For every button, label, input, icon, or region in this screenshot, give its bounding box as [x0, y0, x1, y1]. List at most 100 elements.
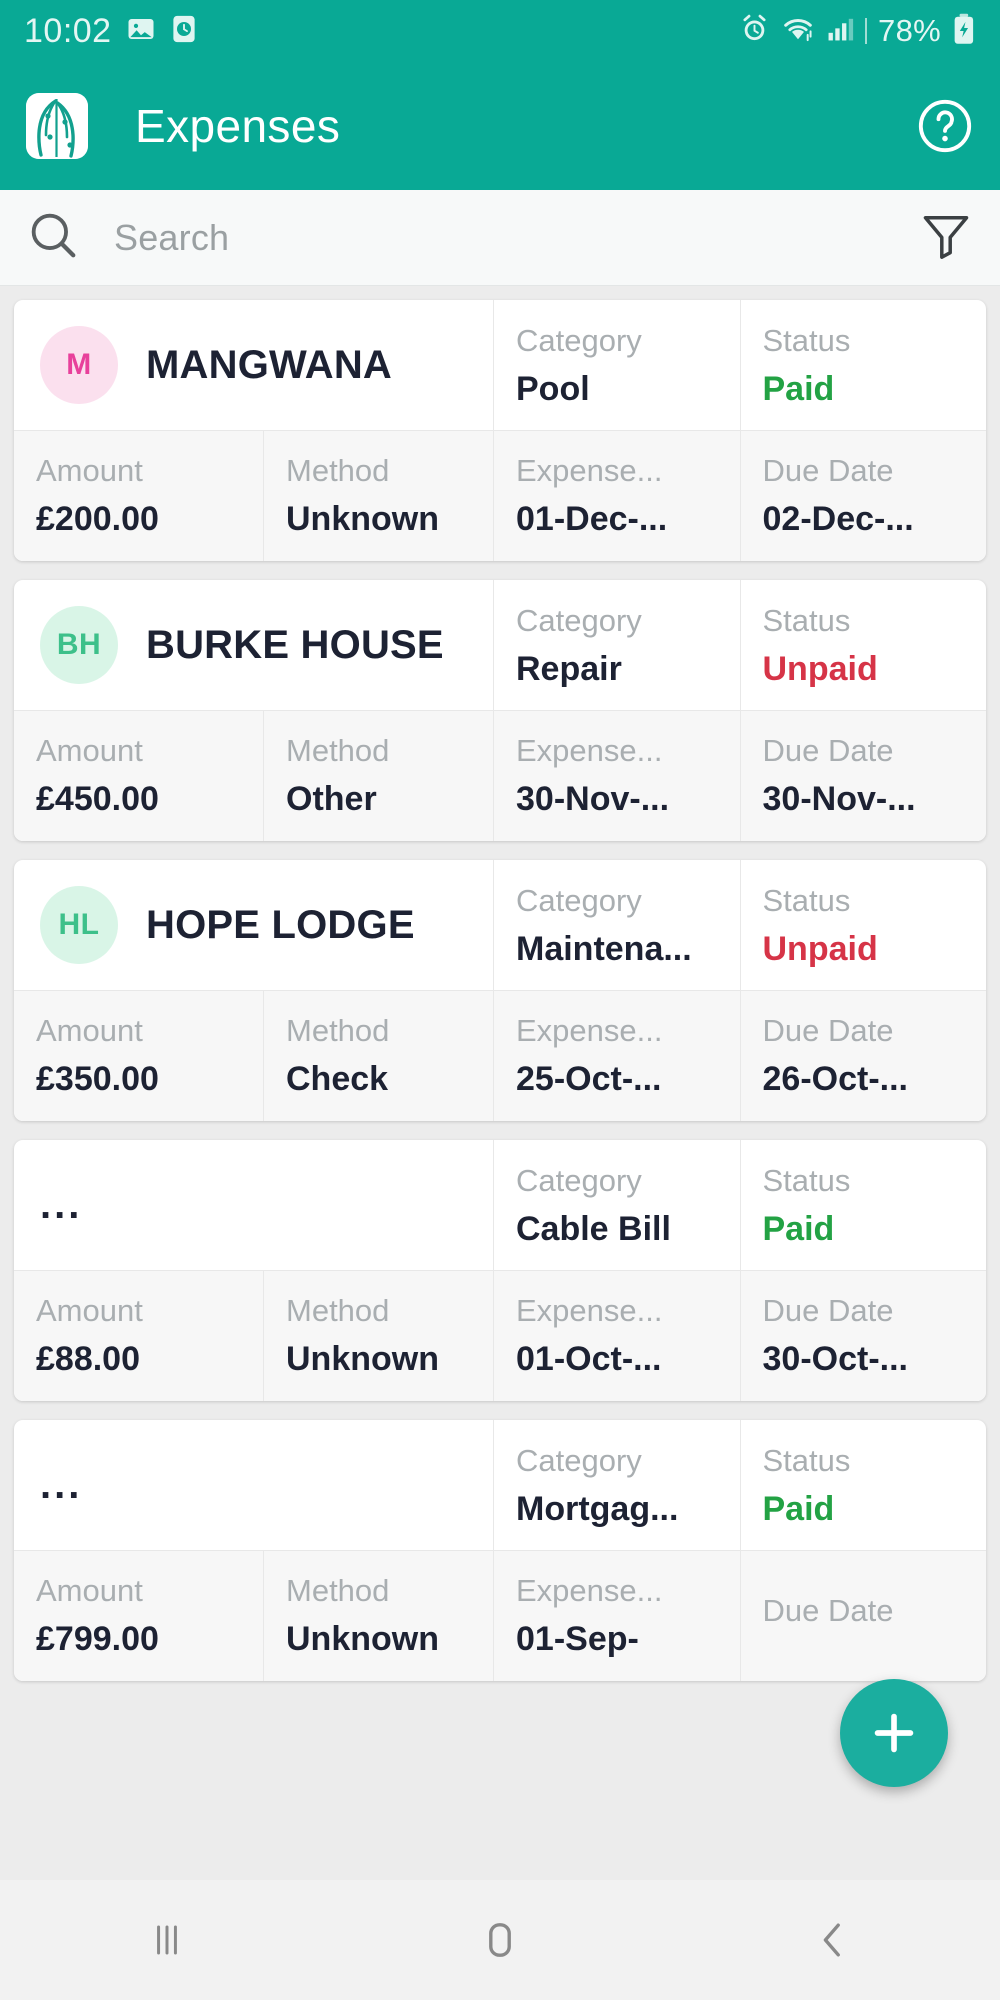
expense-name: BURKE HOUSE — [146, 622, 444, 667]
method-cell[interactable]: Method Unknown — [264, 1271, 494, 1401]
expense-card[interactable]: ... Category Mortgag... Status Paid Amount £79… — [14, 1420, 986, 1681]
due-date-cell[interactable]: Due Date 30-Nov-... — [741, 711, 987, 841]
method-value: Check — [286, 1060, 389, 1098]
category-label: Category — [516, 1443, 642, 1478]
category-value: Pool — [516, 370, 590, 408]
method-value: Unknown — [286, 500, 439, 538]
category-label: Category — [516, 603, 642, 638]
category-cell[interactable]: Category Cable Bill — [494, 1140, 741, 1270]
nav-recents-button[interactable] — [0, 1917, 333, 1963]
method-cell[interactable]: Method Unknown — [264, 1551, 494, 1681]
add-expense-fab[interactable] — [840, 1679, 948, 1787]
wifi-icon — [781, 14, 815, 49]
app-bar: Expenses — [0, 62, 1000, 190]
filter-funnel-icon[interactable] — [918, 207, 974, 268]
status-label: Status — [762, 883, 851, 918]
method-label: Method — [286, 1013, 390, 1048]
method-cell[interactable]: Method Other — [264, 711, 494, 841]
due-date-cell[interactable]: Due Date 26-Oct-... — [741, 991, 987, 1121]
category-cell[interactable]: Category Mortgag... — [494, 1420, 741, 1550]
expense-date-cell[interactable]: Expense... 01-Dec-... — [494, 431, 741, 561]
expense-date-cell[interactable]: Expense... 01-Sep- — [494, 1551, 741, 1681]
expense-date-cell[interactable]: Expense... 25-Oct-... — [494, 991, 741, 1121]
expense-name-cell[interactable]: M MANGWANA — [14, 300, 494, 430]
expense-list[interactable]: M MANGWANA Category Pool Status Paid Amount £20… — [0, 286, 1000, 1880]
method-label: Method — [286, 1293, 390, 1328]
method-cell[interactable]: Method Check — [264, 991, 494, 1121]
expense-date-cell[interactable]: Expense... 30-Nov-... — [494, 711, 741, 841]
expense-name: ... — [40, 1462, 83, 1507]
category-cell[interactable]: Category Repair — [494, 580, 741, 710]
search-input[interactable]: Search — [114, 217, 229, 259]
expense-card-bottom: Amount £88.00 Method Unknown Expense... 01-Oc… — [14, 1270, 986, 1401]
expense-date-value: 01-Dec-... — [516, 500, 668, 538]
system-nav-bar — [0, 1880, 1000, 2000]
search-bar[interactable]: Search — [0, 190, 1000, 286]
expense-name-cell[interactable]: BH BURKE HOUSE — [14, 580, 494, 710]
status-label: Status — [762, 603, 851, 638]
method-value: Unknown — [286, 1340, 439, 1378]
category-label: Category — [516, 1163, 642, 1198]
gallery-icon — [126, 14, 156, 49]
help-circle-icon[interactable] — [916, 97, 974, 155]
category-label: Category — [516, 323, 642, 358]
expense-card[interactable]: M MANGWANA Category Pool Status Paid Amount £20… — [14, 300, 986, 561]
due-date-label: Due Date — [762, 1592, 894, 1628]
amount-cell[interactable]: Amount £450.00 — [14, 711, 264, 841]
status-time: 10:02 — [24, 11, 112, 50]
expense-card-top: HL HOPE LODGE Category Maintena... Status Unp… — [14, 860, 986, 990]
category-value: Repair — [516, 650, 622, 688]
status-bar-left: 10:02 — [24, 12, 198, 51]
expense-card-top: M MANGWANA Category Pool Status Paid — [14, 300, 986, 430]
expense-card[interactable]: HL HOPE LODGE Category Maintena... Status Unp… — [14, 860, 986, 1121]
expense-name-cell[interactable]: ... — [14, 1140, 494, 1270]
status-badge: Paid — [762, 370, 835, 408]
category-label: Category — [516, 883, 642, 918]
expense-name-cell[interactable]: HL HOPE LODGE — [14, 860, 494, 990]
expense-date-cell[interactable]: Expense... 01-Oct-... — [494, 1271, 741, 1401]
due-date-cell[interactable]: Due Date 02-Dec-... — [741, 431, 987, 561]
nav-back-button[interactable] — [667, 1916, 1000, 1964]
method-cell[interactable]: Method Unknown — [264, 431, 494, 561]
status-cell[interactable]: Status Paid — [741, 1420, 987, 1550]
status-cell[interactable]: Status Unpaid — [741, 860, 987, 990]
amount-value: £88.00 — [36, 1340, 140, 1378]
status-label: Status — [762, 1443, 851, 1478]
nav-home-button[interactable] — [333, 1916, 666, 1964]
expense-card-bottom: Amount £350.00 Method Check Expense... 25-Oct… — [14, 990, 986, 1121]
amount-label: Amount — [36, 1013, 143, 1048]
expense-card-bottom: Amount £200.00 Method Unknown Expense... 01-D… — [14, 430, 986, 561]
expense-name-cell[interactable]: ... — [14, 1420, 494, 1550]
status-cell[interactable]: Status Paid — [741, 1140, 987, 1270]
due-date-cell[interactable]: Due Date 30-Oct-... — [741, 1271, 987, 1401]
category-value: Maintena... — [516, 930, 692, 968]
method-label: Method — [286, 453, 390, 488]
amount-cell[interactable]: Amount £350.00 — [14, 991, 264, 1121]
expense-card[interactable]: ... Category Cable Bill Status Paid Amount £88… — [14, 1140, 986, 1401]
expense-date-label: Expense... — [516, 733, 663, 768]
expense-card[interactable]: BH BURKE HOUSE Category Repair Status Unpaid A… — [14, 580, 986, 841]
category-cell[interactable]: Category Pool — [494, 300, 741, 430]
expense-date-value: 01-Oct-... — [516, 1340, 662, 1378]
status-cell[interactable]: Status Paid — [741, 300, 987, 430]
status-badge: Unpaid — [762, 650, 878, 688]
category-cell[interactable]: Category Maintena... — [494, 860, 741, 990]
amount-cell[interactable]: Amount £799.00 — [14, 1551, 264, 1681]
expense-card-top: BH BURKE HOUSE Category Repair Status Unpaid — [14, 580, 986, 710]
app-logo-leaf-icon[interactable] — [26, 93, 88, 159]
expense-card-top: ... Category Mortgag... Status Paid — [14, 1420, 986, 1550]
method-value: Other — [286, 780, 377, 818]
category-value: Cable Bill — [516, 1210, 671, 1248]
due-date-cell[interactable]: Due Date — [741, 1551, 987, 1681]
avatar: M — [40, 326, 118, 404]
expense-date-value: 25-Oct-... — [516, 1060, 662, 1098]
status-label: Status — [762, 323, 851, 358]
amount-value: £450.00 — [36, 780, 159, 818]
amount-label: Amount — [36, 733, 143, 768]
amount-cell[interactable]: Amount £88.00 — [14, 1271, 264, 1401]
status-cell[interactable]: Status Unpaid — [741, 580, 987, 710]
expense-card-top: ... Category Cable Bill Status Paid — [14, 1140, 986, 1270]
amount-cell[interactable]: Amount £200.00 — [14, 431, 264, 561]
amount-value: £350.00 — [36, 1060, 159, 1098]
phone-screen: 10:02 78% Expenses Search M MANGWANA Cat… — [0, 0, 1000, 2000]
